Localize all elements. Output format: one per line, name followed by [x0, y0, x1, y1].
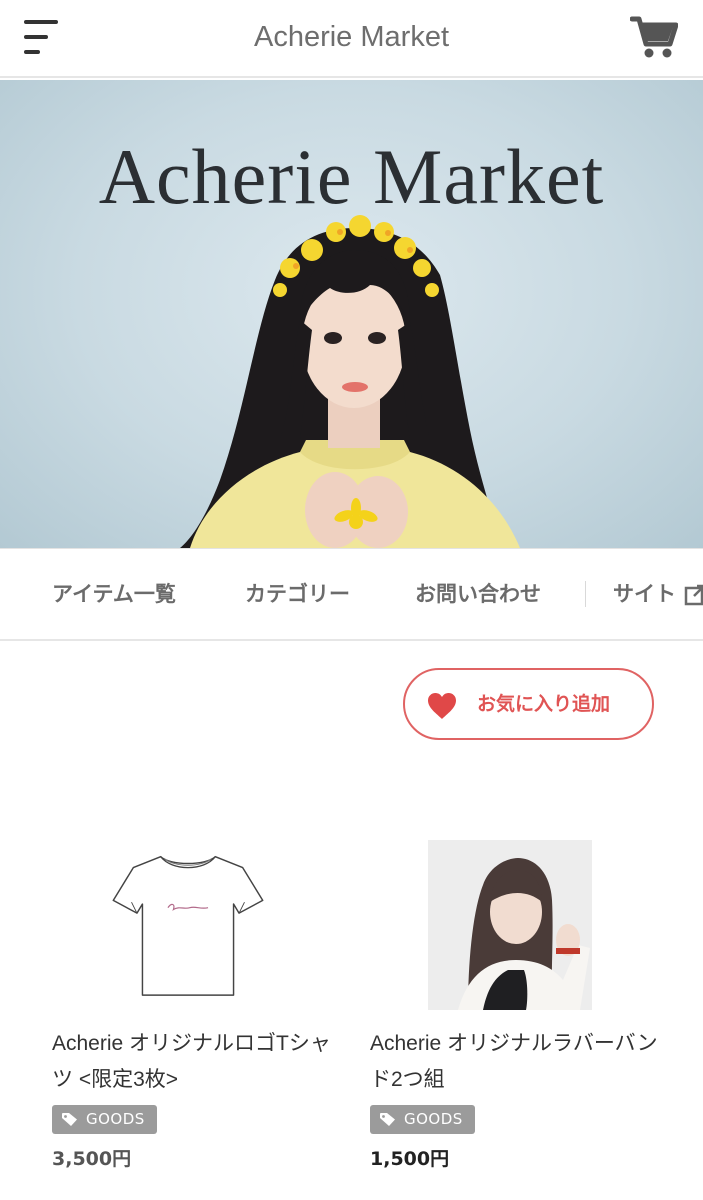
- product-tag[interactable]: GOODS: [52, 1105, 157, 1134]
- product-tag-label: GOODS: [404, 1110, 463, 1128]
- hero-banner: Acherie Market: [0, 80, 703, 548]
- tag-icon: [62, 1113, 77, 1126]
- heart-icon: [428, 693, 456, 719]
- nav-item-all-items[interactable]: アイテム一覧: [52, 549, 176, 639]
- hero-title: Acherie Market: [98, 133, 605, 220]
- site-title: Acherie Market: [253, 21, 449, 53]
- nav-item-site-label: サイト: [613, 582, 676, 606]
- product-tag[interactable]: GOODS: [370, 1105, 475, 1134]
- product-image-tshirt: [112, 855, 264, 996]
- nav-item-category[interactable]: カテゴリー: [245, 549, 350, 639]
- nav-item-site[interactable]: サイト: [613, 549, 703, 639]
- product-tag-label: GOODS: [86, 1110, 145, 1128]
- product-image-rubber-band: [428, 840, 592, 1010]
- product-price: 1,500円: [370, 1148, 450, 1170]
- add-favorite-button[interactable]: お気に入り追加: [403, 668, 654, 740]
- hamburger-menu-icon[interactable]: [24, 20, 60, 54]
- external-link-icon: [684, 584, 703, 606]
- product-name: Acherie オリジナルロゴTシャツ <限定3枚>: [52, 1032, 331, 1091]
- category-nav: アイテム一覧 カテゴリー お問い合わせ サイト: [0, 548, 703, 641]
- nav-divider: [585, 581, 586, 607]
- tag-icon: [380, 1113, 395, 1126]
- shopping-cart-icon[interactable]: [629, 14, 679, 60]
- nav-item-contact[interactable]: お問い合わせ: [415, 549, 541, 639]
- app-header: Acherie Market: [0, 0, 703, 78]
- add-favorite-label: お気に入り追加: [477, 693, 611, 715]
- product-name: Acherie オリジナルラバーバンド2つ組: [370, 1032, 658, 1091]
- product-price: 3,500円: [52, 1148, 132, 1170]
